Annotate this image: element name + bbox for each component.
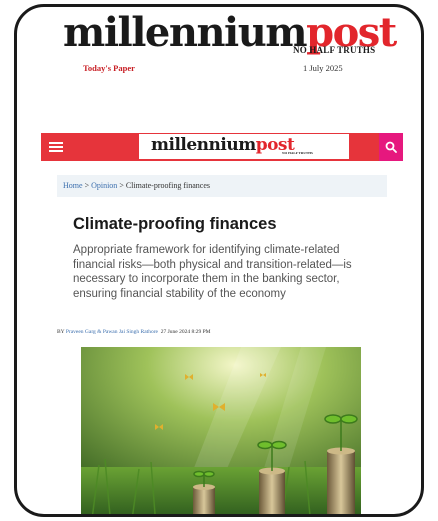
navbar-logo-tagline: NO HALF TRUTHS [282,151,313,155]
search-button[interactable] [379,133,403,161]
byline-date: 27 June 2024 8:29 PM [160,329,211,335]
coin-stack-tall [327,447,355,514]
device-frame: millenniumpost NO HALF TRUTHS Today's Pa… [14,4,424,517]
breadcrumb: Home > Opinion > Climate-proofing financ… [57,175,387,197]
article-byline: BY Praveen Garg & Pawan Jai Singh Rathor… [57,329,211,335]
article-title: Climate-proofing finances [73,215,277,233]
current-date: 1 July 2025 [303,63,343,73]
breadcrumb-home[interactable]: Home [63,181,83,190]
todays-paper-link[interactable]: Today's Paper [83,63,135,73]
masthead: millenniumpost NO HALF TRUTHS Today's Pa… [17,7,421,87]
breadcrumb-opinion[interactable]: Opinion [91,181,117,190]
coin-stack-small [193,484,215,514]
navbar-logo-text: millenniumpost [151,135,295,155]
byline-authors-link[interactable]: Praveen Garg & Pawan Jai Singh Rathore [66,329,158,335]
navbar-logo-main: millennium [151,135,256,155]
search-icon [385,141,397,153]
logo-main-text: millennium [63,9,308,56]
hamburger-menu-icon[interactable] [49,142,63,152]
breadcrumb-separator: > [82,181,92,190]
article-hero-image [81,347,361,514]
breadcrumb-separator: > [117,181,126,190]
article-standfirst: Appropriate framework for identifying cl… [73,244,352,300]
byline-prefix: BY [57,329,66,335]
navbar-logo[interactable]: millenniumpost NO HALF TRUTHS [139,134,349,159]
breadcrumb-current: Climate-proofing finances [125,181,211,190]
top-navbar: millenniumpost NO HALF TRUTHS [41,133,403,161]
coin-stack-medium [259,467,285,514]
site-tagline: NO HALF TRUTHS [293,45,376,55]
